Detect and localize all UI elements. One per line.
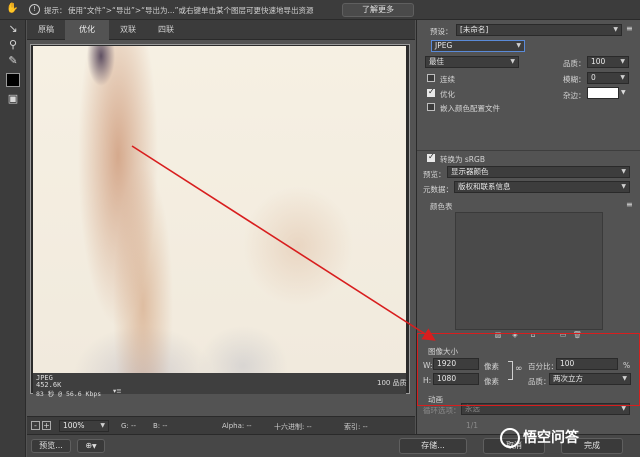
chevron-down-icon: ▼ — [92, 443, 97, 450]
annotation-arrow — [131, 145, 436, 341]
save-button[interactable]: 存储... — [399, 438, 467, 454]
browser-preview-button[interactable]: ⊕▼ — [77, 439, 105, 453]
watermark-text: 悟空问答 — [523, 430, 579, 446]
preview-button[interactable]: 预览... — [31, 439, 71, 453]
watermark: 悟空问答 — [500, 425, 640, 451]
wukong-logo-icon — [500, 428, 520, 448]
